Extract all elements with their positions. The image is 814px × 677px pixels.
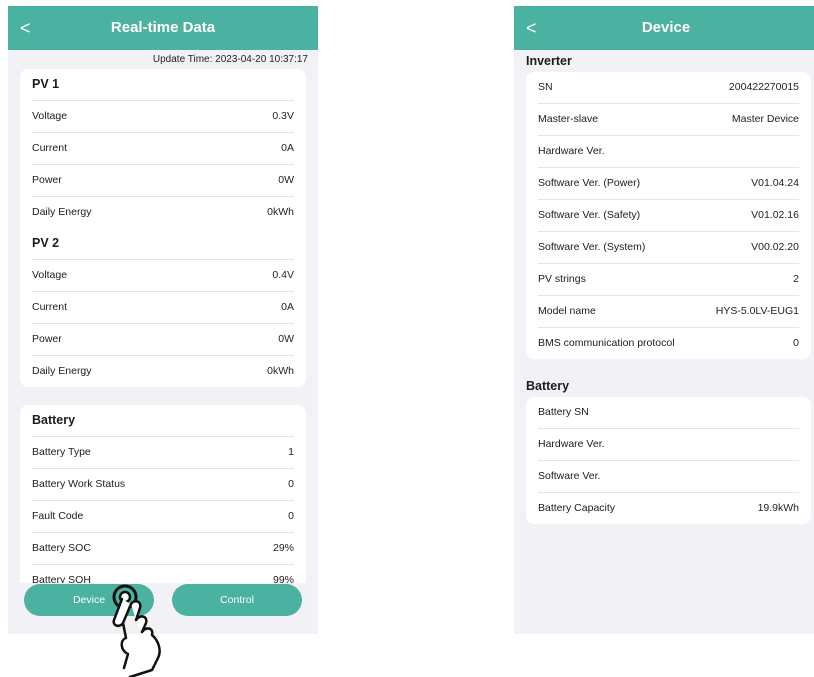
list-item: Daily Energy 0kWh	[32, 197, 294, 228]
list-item: Software Ver. (System) V00.02.20	[538, 232, 799, 264]
row-value: 0W	[278, 333, 294, 345]
row-label: Battery Type	[32, 446, 91, 458]
list-item: Hardware Ver.	[538, 136, 799, 168]
row-label: Master-slave	[538, 113, 599, 125]
row-label: Battery SN	[538, 406, 589, 418]
row-label: Hardware Ver.	[538, 438, 605, 450]
header: < Device	[514, 6, 814, 50]
list-item: Master-slave Master Device	[538, 104, 799, 136]
section-title-battery: Battery	[32, 405, 294, 437]
row-label: Software Ver. (System)	[538, 241, 646, 253]
list-item: Voltage 0.3V	[32, 101, 294, 133]
device-screen: < Device Inverter SN 200422270015 Master-s…	[514, 6, 814, 634]
row-label: BMS communication protocol	[538, 337, 675, 349]
list-item: Battery SN	[538, 397, 799, 429]
row-label: Voltage	[32, 269, 68, 281]
row-label: Voltage	[32, 110, 68, 122]
section-title-pv2: PV 2	[32, 228, 294, 260]
row-label: Current	[32, 301, 68, 313]
control-button[interactable]: Control	[172, 584, 302, 616]
row-value: 200422270015	[728, 81, 799, 93]
header: < Real-time Data	[8, 6, 318, 50]
row-label: Current	[32, 142, 68, 154]
list-item: Software Ver.	[538, 461, 799, 493]
row-value: HYS-5.0LV-EUG1	[715, 305, 799, 317]
section-title-inverter: Inverter	[526, 54, 572, 68]
list-item: Voltage 0.4V	[32, 260, 294, 292]
row-label: SN	[538, 81, 553, 93]
row-value: 0.4V	[272, 269, 294, 281]
list-item: Battery Type 1	[32, 437, 294, 469]
row-value: V00.02.20	[751, 241, 799, 253]
row-label: Battery Capacity	[538, 502, 616, 514]
row-label: Battery SOH	[32, 574, 91, 583]
row-value: 0kWh	[267, 365, 294, 377]
row-value: 0kWh	[267, 206, 294, 218]
list-item: Battery SOC 29%	[32, 533, 294, 565]
inverter-card: SN 200422270015 Master-slave Master Device H…	[526, 72, 811, 359]
row-label: Software Ver. (Power)	[538, 177, 641, 189]
row-value: 0A	[281, 142, 294, 154]
list-item: Battery SOH 99%	[32, 565, 294, 583]
row-label: Battery Work Status	[32, 478, 126, 490]
list-item: BMS communication protocol 0	[538, 328, 799, 359]
list-item: SN 200422270015	[538, 72, 799, 104]
row-label: Daily Energy	[32, 365, 92, 377]
row-value: 0A	[281, 301, 294, 313]
row-label: Power	[32, 174, 62, 186]
page-title: Real-time Data	[110, 19, 216, 36]
update-time: Update Time: 2023-04-20 10:37:17	[152, 54, 308, 65]
row-value: 0	[288, 478, 294, 490]
list-item: Current 0A	[32, 292, 294, 324]
list-item: Software Ver. (Safety) V01.02.16	[538, 200, 799, 232]
list-item: PV strings 2	[538, 264, 799, 296]
list-item: Battery Work Status 0	[32, 469, 294, 501]
list-item: Model name HYS-5.0LV-EUG1	[538, 296, 799, 328]
page-title: Device	[641, 19, 691, 36]
row-value: 2	[793, 273, 799, 285]
row-value: 19.9kWh	[757, 502, 799, 514]
button-bar: Device Control	[8, 584, 318, 634]
device-button[interactable]: Device	[24, 584, 154, 616]
row-label: Hardware Ver.	[538, 145, 605, 157]
list-item: Power 0W	[32, 165, 294, 197]
row-label: Power	[32, 333, 62, 345]
battery-card: Battery Battery Type 1 Battery Work Status…	[20, 405, 306, 583]
row-value: 29%	[272, 542, 294, 554]
list-item: Power 0W	[32, 324, 294, 356]
list-item: Battery Capacity 19.9kWh	[538, 493, 799, 524]
list-item: Fault Code 0	[32, 501, 294, 533]
pv-card: PV 1 Voltage 0.3V Current 0A Power 0W Daily En…	[20, 69, 306, 387]
list-item: Software Ver. (Power) V01.04.24	[538, 168, 799, 200]
row-value: 0	[288, 510, 294, 522]
row-label: PV strings	[538, 273, 586, 285]
row-label: Daily Energy	[32, 206, 92, 218]
row-label: Model name	[538, 305, 596, 317]
row-label: Software Ver. (Safety)	[538, 209, 641, 221]
list-item: Hardware Ver.	[538, 429, 799, 461]
row-label: Battery SOC	[32, 542, 91, 554]
row-value: 0	[793, 337, 799, 349]
section-title-pv1: PV 1	[32, 69, 294, 101]
row-value: Master Device	[731, 113, 799, 125]
section-title-battery: Battery	[526, 379, 570, 393]
list-item: Daily Energy 0kWh	[32, 356, 294, 387]
realtime-data-screen: < Real-time Data Update Time: 2023-04-20…	[8, 6, 318, 634]
row-value: 0.3V	[272, 110, 294, 122]
row-value: 99%	[272, 574, 294, 583]
battery-info-card: Battery SN Hardware Ver. Software Ver. Batt…	[526, 397, 811, 524]
realtime-scroll-area[interactable]: PV 1 Voltage 0.3V Current 0A Power 0W Daily En…	[8, 69, 318, 583]
row-label: Software Ver.	[538, 470, 601, 482]
list-item: Current 0A	[32, 133, 294, 165]
row-value: 1	[288, 446, 294, 458]
row-value: 0W	[278, 174, 294, 186]
row-value: V01.04.24	[751, 177, 799, 189]
row-value: V01.02.16	[751, 209, 799, 221]
row-label: Fault Code	[32, 510, 84, 522]
